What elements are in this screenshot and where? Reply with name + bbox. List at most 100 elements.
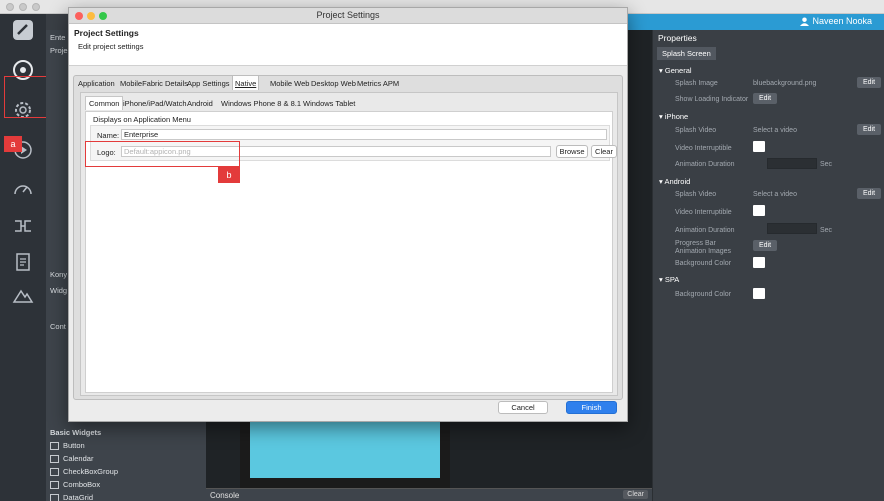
properties-panel: Properties Splash Screen ▾ General Splas… (652, 30, 884, 501)
project-settings-dialog: Project Settings Project Settings Edit p… (68, 7, 628, 422)
iphone-animation-duration-label: Animation Duration (675, 161, 735, 168)
user-name: Naveen Nooka (812, 16, 872, 26)
subtab-common[interactable]: Common (85, 96, 124, 110)
tab-native[interactable]: Native (232, 76, 260, 90)
name-input[interactable]: Enterprise (121, 129, 607, 140)
app-logo-icon[interactable] (11, 18, 35, 42)
android-video-interruptible-checkbox[interactable] (753, 205, 765, 216)
android-splash-video-value: Select a video (753, 191, 797, 198)
iphone-splash-video-edit-button[interactable]: Edit (857, 124, 882, 135)
services-icon[interactable] (11, 214, 35, 238)
spa-background-color-label: Background Color (675, 291, 732, 298)
android-video-interruptible-label: Video Interruptible (675, 209, 732, 216)
basic-widgets-title: Basic Widgets (50, 428, 102, 437)
progress-bar-edit-button[interactable]: Edit (753, 240, 778, 251)
splash-image-edit-button[interactable]: Edit (857, 77, 882, 88)
window-minimize-button[interactable] (19, 3, 27, 11)
device-preview (240, 422, 450, 488)
widget-label: Button (63, 441, 85, 450)
subtab-android[interactable]: Android (187, 96, 213, 110)
window-close-button[interactable] (6, 3, 14, 11)
tab-mobilefabric-details[interactable]: MobileFabric Details (118, 76, 190, 90)
user-menu[interactable]: Naveen Nooka (800, 16, 872, 26)
section-iphone[interactable]: ▾ iPhone (659, 112, 688, 121)
iphone-splash-video-value: Select a video (753, 127, 797, 134)
dialog-window-title: Project Settings (316, 10, 380, 20)
section-android[interactable]: ▾ Android (659, 177, 690, 186)
tab-application[interactable]: Application (76, 76, 117, 90)
explorer-header-label: Proje (50, 46, 68, 55)
dashboard-gauge-icon[interactable] (11, 178, 35, 202)
device-screen (250, 422, 440, 478)
cancel-button[interactable]: Cancel (498, 401, 548, 414)
tab-mobile-web[interactable]: Mobile Web (268, 76, 311, 90)
android-background-color-label: Background Color (675, 260, 732, 267)
mountain-icon[interactable] (11, 284, 35, 308)
document-icon[interactable] (11, 250, 35, 274)
splash-image-value: bluebackground.png (753, 80, 817, 87)
widget-label: DataGrid (63, 493, 94, 501)
iphone-duration-unit: Sec (820, 161, 833, 168)
iphone-video-interruptible-checkbox[interactable] (753, 141, 765, 152)
annotation-badge-a: a (4, 136, 22, 152)
android-splash-video-edit-button[interactable]: Edit (857, 188, 882, 199)
show-loading-edit-button[interactable]: Edit (753, 93, 778, 104)
subtab-windows-phone[interactable]: Windows Phone 8 & 8.1 (221, 96, 301, 110)
finish-button[interactable]: Finish (566, 401, 617, 414)
section-spa[interactable]: ▾ SPA (659, 275, 679, 284)
widget-label: CheckBoxGroup (63, 467, 119, 476)
explorer-section-label: Kony (50, 270, 68, 279)
settings-tab-container: Application MobileFabric Details App Set… (73, 75, 623, 400)
dialog-heading: Project Settings (74, 28, 139, 38)
dialog-header: Project Settings Edit project settings (69, 24, 627, 66)
widget-item-combobox[interactable]: ComboBox (50, 478, 200, 491)
native-tab-panel: Common iPhone/iPad/Watch Android Windows… (80, 92, 618, 396)
console-clear-button[interactable]: Clear (623, 490, 648, 499)
progress-bar-animation-label: Progress Bar Animation Images (675, 240, 732, 255)
android-background-color-swatch[interactable] (753, 257, 765, 268)
android-animation-duration-input[interactable] (767, 223, 817, 234)
explorer-header-label: Ente (50, 33, 66, 42)
iphone-splash-video-label: Splash Video (675, 127, 717, 134)
android-splash-video-label: Splash Video (675, 191, 717, 198)
section-general[interactable]: ▾ General (659, 66, 692, 75)
group-title: Displays on Application Menu (93, 115, 191, 124)
widget-label: ComboBox (63, 480, 101, 489)
section-title: General (664, 66, 692, 75)
explorer-section-label: Widg (50, 286, 68, 295)
section-title: Android (664, 177, 691, 186)
tab-metrics-apm[interactable]: Metrics APM (355, 76, 401, 90)
datagrid-widget-icon (50, 493, 59, 501)
settings-highlight-box (4, 76, 50, 118)
android-animation-duration-label: Animation Duration (675, 227, 735, 234)
spa-background-color-swatch[interactable] (753, 288, 765, 299)
combobox-widget-icon (50, 480, 59, 489)
tab-desktop-web[interactable]: Desktop Web (309, 76, 358, 90)
iphone-video-interruptible-label: Video Interruptible (675, 145, 732, 152)
subtab-windows-tablet[interactable]: Windows Tablet (303, 96, 355, 110)
explorer-section-label: Cont (50, 322, 66, 331)
console-title: Console (210, 491, 240, 500)
browse-button[interactable]: Browse (556, 145, 588, 158)
android-duration-unit: Sec (820, 227, 833, 234)
annotation-badge-b: b (218, 166, 240, 183)
checkbox-widget-icon (50, 467, 59, 476)
show-loading-label: Show Loading Indicator (675, 96, 749, 103)
name-label: Name: (97, 131, 120, 140)
widget-item-calendar[interactable]: Calendar (50, 452, 200, 465)
button-widget-icon (50, 441, 59, 450)
section-title: iPhone (664, 112, 689, 121)
dialog-subheading: Edit project settings (78, 42, 144, 51)
widget-item-datagrid[interactable]: DataGrid (50, 491, 200, 501)
logo-highlight-box (85, 141, 240, 167)
clear-button[interactable]: Clear (591, 145, 617, 158)
iphone-animation-duration-input[interactable] (767, 158, 817, 169)
window-zoom-button[interactable] (32, 3, 40, 11)
user-icon (800, 16, 810, 26)
subtab-iphone-ipad-watch[interactable]: iPhone/iPad/Watch (123, 96, 187, 110)
widget-item-checkboxgroup[interactable]: CheckBoxGroup (50, 465, 200, 478)
console-panel: Console Clear (206, 488, 652, 501)
tab-app-settings[interactable]: App Settings (185, 76, 232, 90)
tab-splash-screen[interactable]: Splash Screen (657, 47, 716, 60)
widget-item-button[interactable]: Button (50, 439, 200, 452)
